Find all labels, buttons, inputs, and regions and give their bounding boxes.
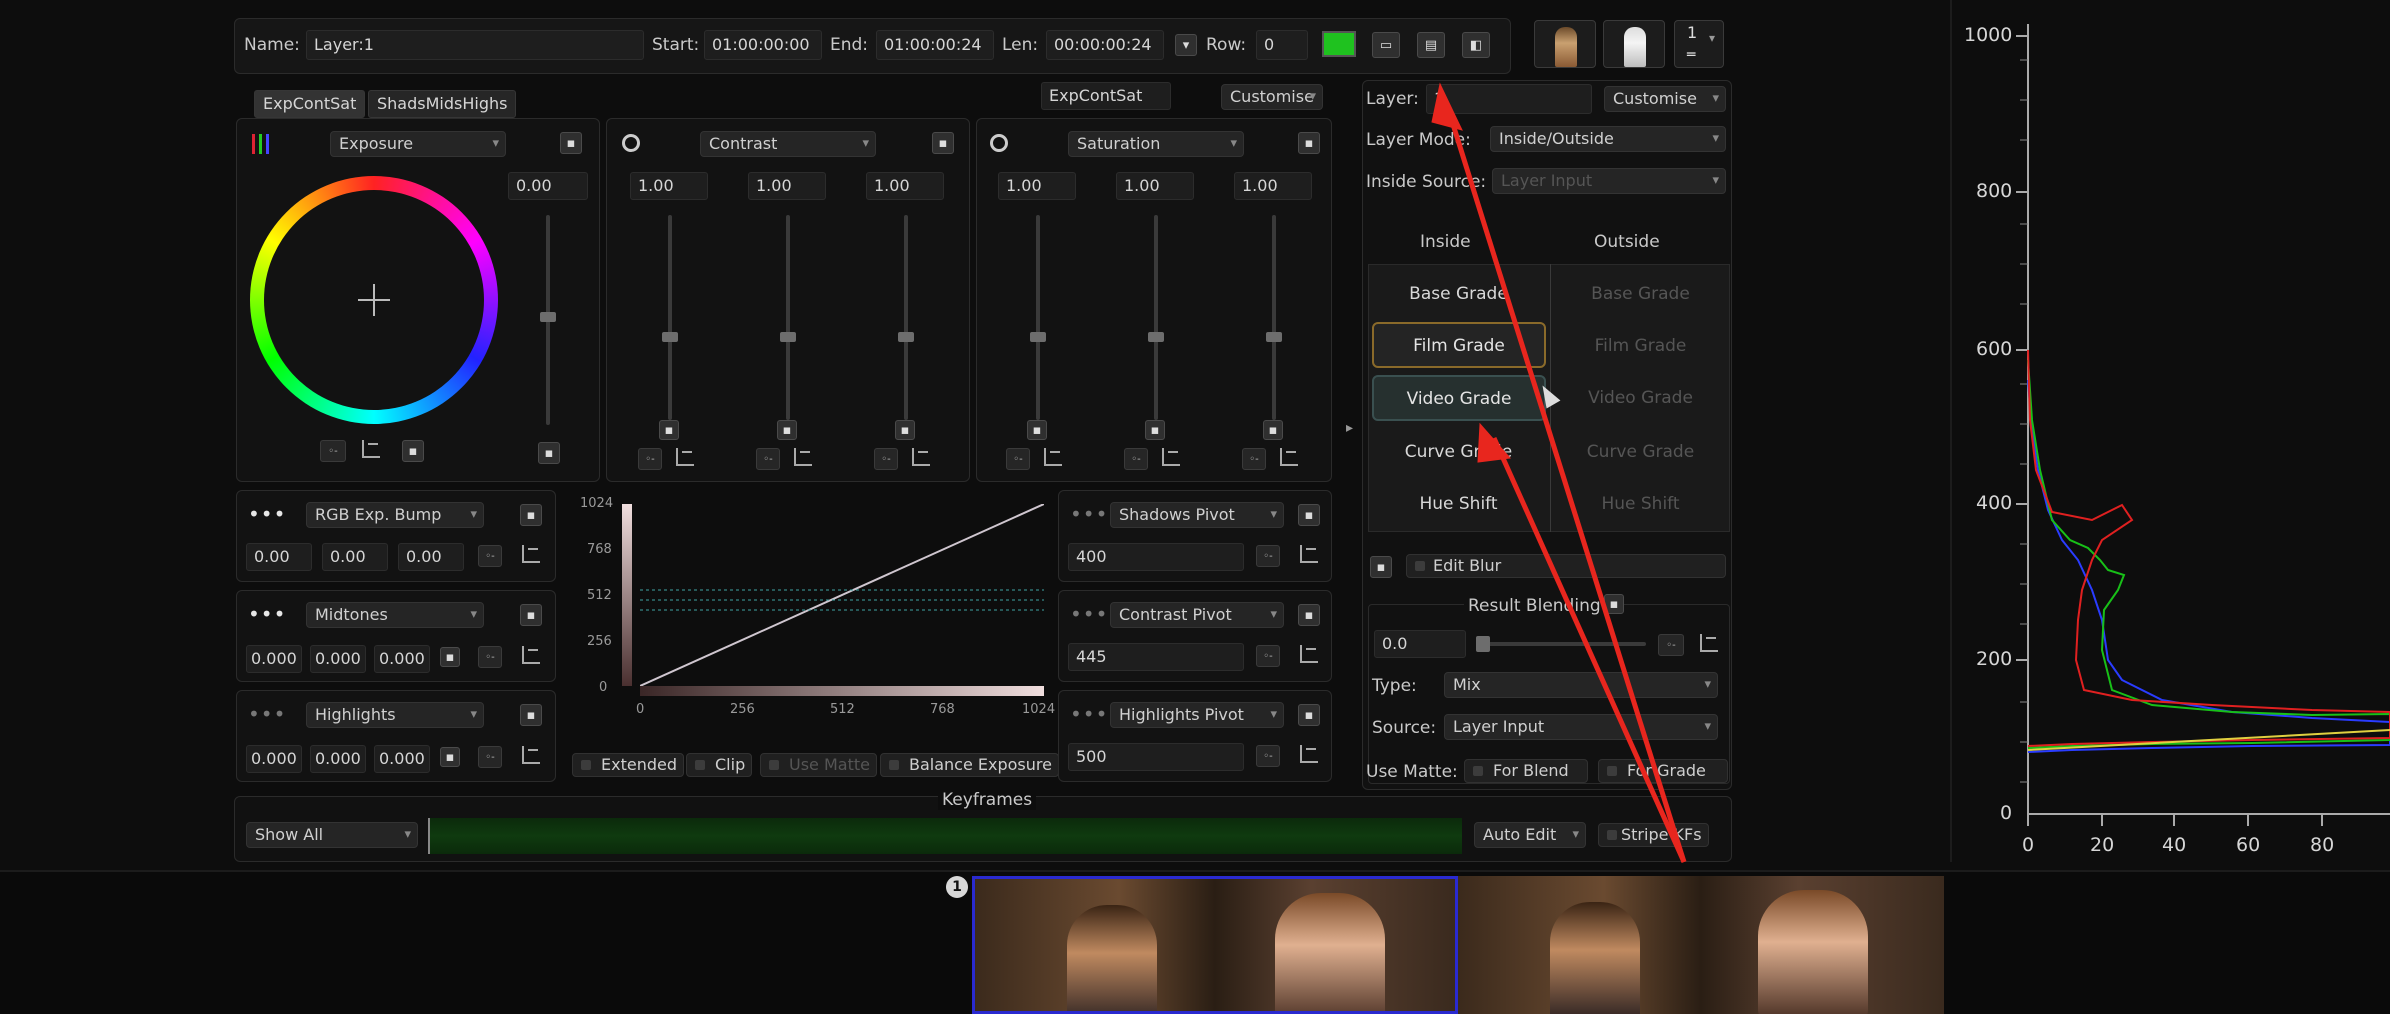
annotation-arrows xyxy=(1431,82,1687,864)
arrow-head-layer-field xyxy=(1431,82,1463,131)
arrow-to-layer-field xyxy=(1443,101,1687,863)
app-window: Name: Layer:1 Start: 01:00:00:00 End: 01… xyxy=(0,0,2390,1014)
arrow-to-video-grade xyxy=(1491,436,1687,864)
arrow-head-video-grade xyxy=(1477,422,1512,463)
